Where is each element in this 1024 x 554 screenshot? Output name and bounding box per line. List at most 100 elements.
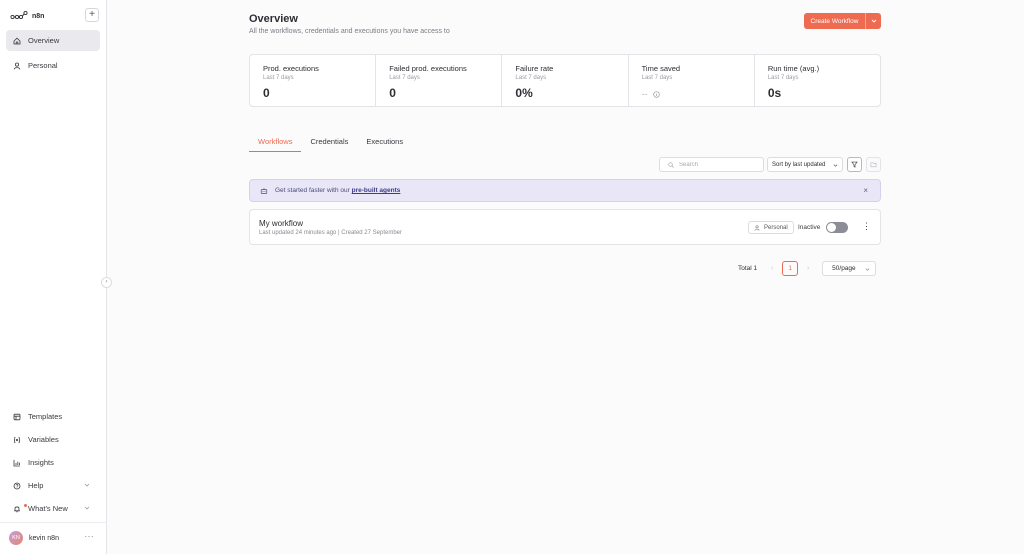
workflow-active-toggle[interactable]	[826, 222, 848, 233]
tab-executions[interactable]: Executions	[357, 135, 412, 152]
close-icon[interactable]: ×	[863, 186, 868, 195]
stat-time-saved[interactable]: Time saved Last 7 days --	[629, 55, 755, 106]
sidebar-item-label: Overview	[28, 36, 60, 45]
project-badge-label: Personal	[764, 224, 788, 231]
stat-failed-executions[interactable]: Failed prod. executions Last 7 days 0	[376, 55, 503, 106]
sidebar-item-label: What's New	[28, 504, 68, 513]
help-icon	[13, 482, 21, 489]
insights-summary: Prod. executions Last 7 days 0 Failed pr…	[249, 54, 881, 107]
stat-prod-executions[interactable]: Prod. executions Last 7 days 0	[250, 55, 377, 106]
tab-credentials[interactable]: Credentials	[301, 135, 357, 152]
sidebar-item-label: Insights	[28, 458, 54, 467]
templates-icon	[13, 413, 21, 420]
workflow-meta: Last updated 24 minutes ago | Created 27…	[259, 230, 402, 236]
workflow-name[interactable]: My workflow	[259, 219, 303, 228]
robot-icon	[260, 187, 268, 194]
stat-value: 0%	[515, 86, 533, 100]
stat-title: Prod. executions	[263, 64, 319, 73]
stat-run-time[interactable]: Run time (avg.) Last 7 days 0s	[755, 55, 880, 106]
folder-icon	[870, 162, 877, 168]
next-page-button[interactable]: ›	[802, 265, 814, 272]
tab-bar: Workflows Credentials Executions	[249, 135, 412, 152]
tab-workflows[interactable]: Workflows	[249, 135, 302, 152]
prev-page-button[interactable]: ‹	[766, 265, 778, 272]
filter-button[interactable]	[847, 157, 862, 172]
sidebar-item-label: Templates	[28, 412, 63, 421]
page-subtitle: All the workflows, credentials and execu…	[249, 28, 450, 35]
toggle-knob	[827, 223, 836, 232]
workflow-status: Inactive	[798, 224, 821, 231]
notification-dot	[24, 504, 27, 507]
stat-period: Last 7 days	[767, 75, 799, 81]
stat-title: Failed prod. executions	[389, 64, 467, 73]
stat-period: Last 7 days	[641, 75, 673, 81]
brand[interactable]: n8n	[10, 9, 44, 23]
user-icon	[754, 224, 760, 231]
stat-value: 0	[263, 86, 270, 100]
stat-failure-rate[interactable]: Failure rate Last 7 days 0%	[502, 55, 629, 106]
stat-title: Time saved	[641, 64, 681, 73]
sidebar: n8n + Overview Personal Templates Variab…	[0, 0, 107, 554]
sidebar-item-personal[interactable]: Personal	[6, 55, 100, 76]
user-more-icon[interactable]: ···	[85, 532, 95, 541]
banner-message: Get started faster with our	[275, 187, 350, 194]
sidebar-item-overview[interactable]: Overview	[6, 30, 100, 51]
stat-period: Last 7 days	[389, 75, 420, 81]
sidebar-item-label: Variables	[28, 435, 59, 444]
sort-value: Sort by last updated	[772, 161, 826, 168]
sidebar-item-label: Personal	[28, 61, 58, 70]
bell-icon	[14, 506, 20, 512]
create-dropdown-button[interactable]	[866, 13, 881, 29]
variables-icon	[13, 436, 21, 443]
n8n-logo-icon	[10, 10, 28, 20]
stat-value: 0s	[767, 86, 782, 100]
stat-period: Last 7 days	[515, 75, 547, 81]
chevron-down-icon	[833, 164, 838, 167]
more-vertical-icon[interactable]: ⋮	[862, 221, 871, 231]
page-size-value: 50/page	[832, 265, 856, 272]
sort-select[interactable]: Sort by last updated	[767, 157, 843, 172]
project-badge[interactable]: Personal	[748, 221, 794, 234]
add-button[interactable]: +	[85, 8, 99, 22]
sidebar-item-variables[interactable]: Variables	[6, 429, 100, 450]
page-size-select[interactable]: 50/page	[822, 261, 877, 276]
pagination: Total 1 ‹ 1 › 50/page	[738, 261, 877, 276]
info-icon[interactable]	[652, 90, 660, 98]
sidebar-item-templates[interactable]: Templates	[6, 406, 100, 427]
chevron-down-icon	[84, 506, 90, 510]
sidebar-item-insights[interactable]: Insights	[6, 452, 100, 473]
banner-text: Get started faster with our pre-built ag…	[275, 187, 400, 194]
stat-title: Run time (avg.)	[767, 64, 820, 73]
collapse-sidebar-button[interactable]: ‹	[101, 277, 112, 288]
sidebar-item-help[interactable]: Help	[6, 475, 100, 496]
chevron-down-icon	[865, 268, 870, 271]
sidebar-item-label: Help	[28, 481, 44, 490]
search-input[interactable]	[679, 161, 759, 168]
stat-title: Failure rate	[515, 64, 554, 73]
insights-icon	[13, 459, 20, 466]
stat-value-row: --	[642, 89, 754, 99]
agents-banner: Get started faster with our pre-built ag…	[249, 179, 881, 202]
divider	[0, 522, 107, 523]
pre-built-agents-link[interactable]: pre-built agents	[352, 187, 401, 194]
sidebar-item-whats-new[interactable]: What's New	[6, 498, 100, 519]
stat-value: 0	[389, 86, 396, 100]
search-icon	[668, 161, 674, 168]
chevron-down-icon	[871, 19, 876, 23]
brand-name: n8n	[32, 12, 45, 20]
filter-icon	[851, 161, 858, 168]
user-name: kevin n8n	[29, 534, 59, 542]
new-folder-button[interactable]	[866, 157, 881, 172]
create-workflow-label[interactable]: Create Workflow	[804, 13, 866, 29]
user-icon	[13, 62, 21, 70]
user-menu[interactable]: KN kevin n8n ···	[9, 530, 99, 546]
pagination-total: Total 1	[738, 265, 758, 272]
stat-value: --	[641, 89, 648, 99]
page-title: Overview	[249, 13, 298, 25]
workflow-card[interactable]: My workflow Last updated 24 minutes ago …	[249, 209, 881, 245]
create-workflow-button[interactable]: Create Workflow	[804, 13, 881, 29]
home-icon	[13, 37, 21, 44]
page-1-button[interactable]: 1	[782, 261, 799, 276]
search-box[interactable]	[659, 157, 764, 172]
chevron-down-icon	[84, 483, 90, 487]
